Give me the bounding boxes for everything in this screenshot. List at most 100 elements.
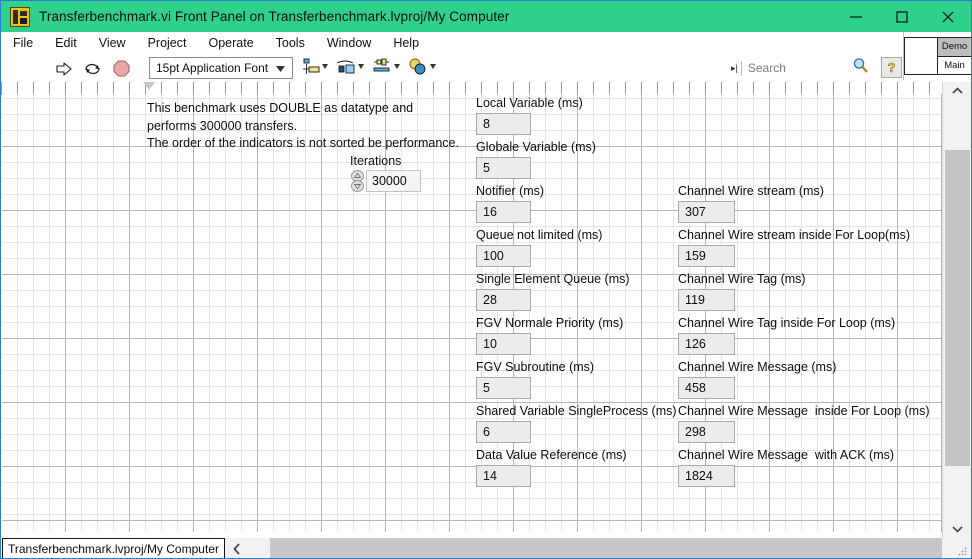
indicator-label: Channel Wire Message (ms): [678, 360, 837, 374]
indicator-value: 1824: [678, 465, 735, 487]
indicator-label: Single Element Queue (ms): [476, 272, 630, 286]
indicator-label: Queue not limited (ms): [476, 228, 603, 242]
labview-front-panel-window: Transferbenchmark.vi Front Panel on Tran…: [0, 0, 972, 559]
status-collapse-button[interactable]: [226, 538, 248, 558]
indicator-notifier: Notifier (ms) 16: [476, 184, 544, 223]
indicator-value: 119: [678, 289, 735, 311]
indicator-value: 298: [678, 421, 735, 443]
indicator-label: Channel Wire Tag inside For Loop (ms): [678, 316, 896, 330]
benchmark-description: This benchmark uses DOUBLE as datatype a…: [147, 100, 459, 153]
close-button[interactable]: [925, 1, 971, 32]
title-bar: Transferbenchmark.vi Front Panel on Tran…: [1, 1, 971, 32]
maximize-button[interactable]: [879, 1, 925, 32]
search-placeholder: Search: [747, 61, 786, 75]
menu-item-operate[interactable]: Operate: [197, 32, 264, 55]
iterations-control[interactable]: Iterations 30000: [350, 154, 421, 192]
indicator-label: Channel Wire stream (ms): [678, 184, 824, 198]
menu-item-view[interactable]: View: [88, 32, 137, 55]
iterations-label: Iterations: [350, 154, 402, 168]
indicator-label: FGV Subroutine (ms): [476, 360, 595, 374]
vi-context-demo-label[interactable]: Demo: [938, 38, 971, 57]
indicator-value: 28: [476, 289, 531, 311]
vi-context-widget[interactable]: Demo Main: [903, 32, 971, 80]
indicator-single-element-queue: Single Element Queue (ms) 28: [476, 272, 630, 311]
benchmark-description-line-3: The order of the indicators is not sorte…: [147, 136, 459, 150]
indicator-value: 5: [476, 377, 531, 399]
horizontal-scrollbar-thumb[interactable]: [270, 538, 943, 558]
indicator-value: 14: [476, 465, 531, 487]
indicator-local-variable: Local Variable (ms) 8: [476, 96, 583, 135]
indicator-label: Shared Variable SingleProcess (ms): [476, 404, 677, 418]
status-bar-text: Transferbenchmark.lvproj/My Computer: [8, 541, 219, 556]
resize-grip-icon[interactable]: [958, 547, 967, 556]
indicator-channel-wire-message: Channel Wire Message (ms) 458: [678, 360, 836, 399]
indicator-data-value-reference: Data Value Reference (ms) 14: [476, 448, 627, 487]
iterations-stepper[interactable]: [350, 170, 365, 192]
ruler-position-marker: [143, 82, 155, 90]
scrollbar-corner: [942, 538, 971, 558]
resize-objects-button[interactable]: [371, 58, 401, 76]
search-expand-icon: ▸|: [731, 62, 738, 73]
vertical-scrollbar-thumb[interactable]: [945, 150, 970, 466]
vi-context-preview: [904, 37, 938, 75]
indicator-value: 159: [678, 245, 735, 267]
menu-item-window[interactable]: Window: [316, 32, 382, 55]
benchmark-description-line-1: This benchmark uses DOUBLE as datatype a…: [147, 101, 414, 115]
indicator-shared-variable-singleprocess: Shared Variable SingleProcess (ms) 6: [476, 404, 677, 443]
vertical-scrollbar[interactable]: [942, 82, 971, 538]
window-controls: [833, 1, 971, 32]
indicator-value: 6: [476, 421, 531, 443]
indicator-value: 8: [476, 113, 531, 135]
run-controls-group: [53, 58, 132, 79]
toolbar: 15pt Application Font ▸| Search ?: [1, 55, 971, 83]
vi-context-labels: Demo Main: [938, 37, 971, 75]
iterations-value[interactable]: 30000: [366, 170, 421, 192]
font-selector[interactable]: 15pt Application Font: [149, 57, 293, 79]
indicator-label: FGV Normale Priority (ms): [476, 316, 624, 330]
indicator-label: Channel Wire stream inside For Loop(ms): [678, 228, 911, 242]
indicator-value: 100: [476, 245, 531, 267]
magnifier-icon[interactable]: [852, 57, 869, 79]
vi-context-main-label[interactable]: Main: [938, 56, 971, 74]
reorder-objects-button[interactable]: [407, 58, 437, 76]
distribute-objects-button[interactable]: [335, 58, 365, 76]
indicator-globale-variable: Globale Variable (ms) 5: [476, 140, 596, 179]
front-panel-canvas[interactable]: This benchmark uses DOUBLE as datatype a…: [2, 94, 942, 532]
minimize-button[interactable]: [833, 1, 879, 32]
menu-item-tools[interactable]: Tools: [265, 32, 316, 55]
indicator-channel-wire-tag-inside-for-loop: Channel Wire Tag inside For Loop (ms) 12…: [678, 316, 895, 355]
indicator-value: 126: [678, 333, 735, 355]
svg-text:?: ?: [888, 60, 896, 75]
context-help-button[interactable]: ?: [881, 57, 902, 78]
scroll-down-button[interactable]: [943, 520, 971, 538]
iterations-row: 30000: [350, 170, 421, 192]
indicator-label: Channel Wire Message with ACK (ms): [678, 448, 895, 462]
indicator-value: 458: [678, 377, 735, 399]
menu-item-edit[interactable]: Edit: [44, 32, 88, 55]
menu-bar: File Edit View Project Operate Tools Win…: [1, 32, 971, 56]
scroll-up-button[interactable]: [943, 82, 971, 100]
indicator-channel-wire-stream-inside-for-loop: Channel Wire stream inside For Loop(ms) …: [678, 228, 910, 267]
window-title: Transferbenchmark.vi Front Panel on Tran…: [39, 9, 510, 24]
run-continuously-icon[interactable]: [82, 58, 103, 79]
object-tools-group: [301, 58, 437, 76]
indicator-channel-wire-message-with-ack: Channel Wire Message with ACK (ms) 1824: [678, 448, 894, 487]
abort-execution-icon[interactable]: [111, 58, 132, 79]
indicator-value: 5: [476, 157, 531, 179]
indicator-label: Data Value Reference (ms): [476, 448, 627, 462]
labview-vi-icon: [10, 6, 30, 27]
search-input[interactable]: ▸| Search: [731, 57, 871, 79]
chevron-down-icon: [276, 59, 285, 77]
benchmark-description-line-2: performs 300000 transfers.: [147, 118, 298, 133]
search-divider: [740, 60, 742, 76]
run-arrow-icon[interactable]: [53, 58, 74, 79]
indicator-label: Channel Wire Message inside For Loop (ms…: [678, 404, 930, 418]
align-objects-button[interactable]: [301, 58, 329, 76]
indicator-label: Notifier (ms): [476, 184, 545, 198]
menu-item-file[interactable]: File: [1, 32, 44, 55]
menu-item-help[interactable]: Help: [382, 32, 430, 55]
status-bar[interactable]: Transferbenchmark.lvproj/My Computer: [2, 538, 225, 558]
indicator-label: Channel Wire Tag (ms): [678, 272, 806, 286]
indicator-fgv-subroutine: FGV Subroutine (ms) 5: [476, 360, 594, 399]
menu-item-project[interactable]: Project: [137, 32, 198, 55]
